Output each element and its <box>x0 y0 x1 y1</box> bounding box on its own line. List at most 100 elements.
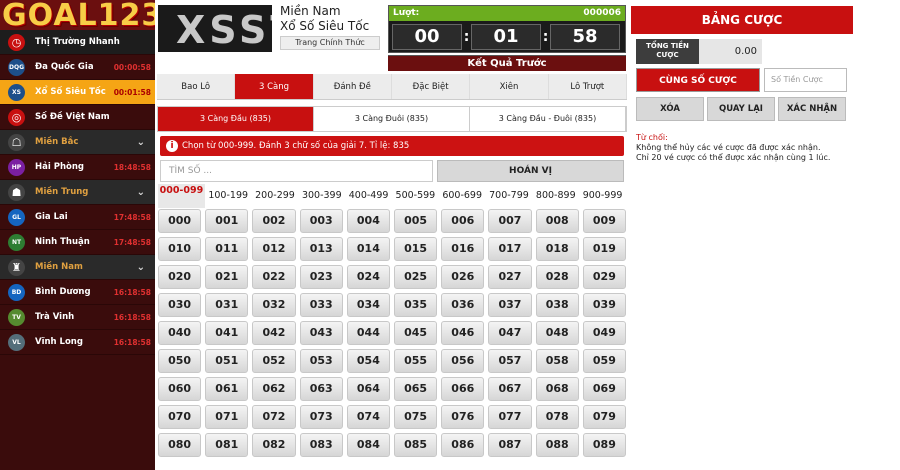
sidebar-item[interactable]: XS Xổ Số Siêu Tốc 00:01:58 <box>0 80 155 105</box>
number-cell[interactable]: 078 <box>535 405 579 429</box>
range-tab[interactable]: 800-899 <box>532 184 579 208</box>
tab-bet-type[interactable]: Đặc Biệt <box>392 74 471 99</box>
tab-bet-subtype[interactable]: 3 Càng Đầu - Đuôi (835) <box>470 107 626 131</box>
confirm-button[interactable]: XÁC NHẬN <box>778 97 846 121</box>
number-cell[interactable]: 088 <box>535 433 579 457</box>
number-cell[interactable]: 006 <box>441 209 485 233</box>
number-cell[interactable]: 030 <box>158 293 202 317</box>
number-cell[interactable]: 000 <box>158 209 202 233</box>
back-button[interactable]: QUAY LẠI <box>707 97 775 121</box>
number-cell[interactable]: 021 <box>205 265 249 289</box>
number-cell[interactable]: 026 <box>441 265 485 289</box>
number-cell[interactable]: 010 <box>158 237 202 261</box>
number-cell[interactable]: 086 <box>441 433 485 457</box>
number-cell[interactable]: 063 <box>299 377 343 401</box>
number-cell[interactable]: 073 <box>299 405 343 429</box>
range-tab[interactable]: 200-299 <box>252 184 299 208</box>
range-tab[interactable]: 300-399 <box>298 184 345 208</box>
number-cell[interactable]: 071 <box>205 405 249 429</box>
number-cell[interactable]: 053 <box>299 349 343 373</box>
number-cell[interactable]: 001 <box>205 209 249 233</box>
number-cell[interactable]: 058 <box>535 349 579 373</box>
number-cell[interactable]: 052 <box>252 349 296 373</box>
number-cell[interactable]: 005 <box>394 209 438 233</box>
number-cell[interactable]: 043 <box>299 321 343 345</box>
number-cell[interactable]: 067 <box>488 377 532 401</box>
number-cell[interactable]: 025 <box>394 265 438 289</box>
number-cell[interactable]: 045 <box>394 321 438 345</box>
number-cell[interactable]: 060 <box>158 377 202 401</box>
tab-bet-type[interactable]: Bao Lô <box>157 74 236 99</box>
number-cell[interactable]: 015 <box>394 237 438 261</box>
number-cell[interactable]: 036 <box>441 293 485 317</box>
official-home-button[interactable]: Trang Chính Thức <box>280 36 380 50</box>
range-tab[interactable]: 600-699 <box>439 184 486 208</box>
range-tab[interactable]: 500-599 <box>392 184 439 208</box>
number-cell[interactable]: 072 <box>252 405 296 429</box>
number-cell[interactable]: 089 <box>582 433 626 457</box>
number-cell[interactable]: 069 <box>582 377 626 401</box>
range-tab[interactable]: 700-799 <box>486 184 533 208</box>
number-cell[interactable]: 064 <box>346 377 390 401</box>
tab-bet-subtype[interactable]: 3 Càng Đuôi (835) <box>314 107 470 131</box>
number-cell[interactable]: 057 <box>488 349 532 373</box>
tab-bet-type[interactable]: Lô Trượt <box>549 74 627 99</box>
number-cell[interactable]: 061 <box>205 377 249 401</box>
number-cell[interactable]: 055 <box>394 349 438 373</box>
number-cell[interactable]: 068 <box>535 377 579 401</box>
number-cell[interactable]: 017 <box>488 237 532 261</box>
number-cell[interactable]: 083 <box>299 433 343 457</box>
number-cell[interactable]: 002 <box>252 209 296 233</box>
number-cell[interactable]: 051 <box>205 349 249 373</box>
number-cell[interactable]: 011 <box>205 237 249 261</box>
sidebar-item[interactable]: VL Vĩnh Long 16:18:58 <box>0 330 155 355</box>
same-amount-button[interactable]: CÙNG SỐ CƯỢC <box>636 68 760 92</box>
number-cell[interactable]: 014 <box>346 237 390 261</box>
sidebar-item[interactable]: TV Trà Vinh 16:18:58 <box>0 305 155 330</box>
number-cell[interactable]: 085 <box>394 433 438 457</box>
number-cell[interactable]: 019 <box>582 237 626 261</box>
number-cell[interactable]: 087 <box>488 433 532 457</box>
number-cell[interactable]: 048 <box>535 321 579 345</box>
sidebar-item[interactable]: ◷ Thị Trường Nhanh <box>0 30 155 55</box>
range-tab[interactable]: 400-499 <box>345 184 392 208</box>
number-cell[interactable]: 013 <box>299 237 343 261</box>
tab-bet-type[interactable]: Đánh Đề <box>314 74 392 99</box>
number-cell[interactable]: 062 <box>252 377 296 401</box>
number-cell[interactable]: 079 <box>582 405 626 429</box>
number-cell[interactable]: 034 <box>346 293 390 317</box>
number-cell[interactable]: 042 <box>252 321 296 345</box>
bet-amount-input[interactable]: Số Tiền Cược <box>764 68 847 92</box>
chevron-down-icon[interactable]: ⌄ <box>137 187 145 198</box>
number-cell[interactable]: 020 <box>158 265 202 289</box>
previous-results-button[interactable]: Kết Quả Trước <box>388 55 626 71</box>
chevron-down-icon[interactable]: ⌄ <box>137 137 145 148</box>
number-cell[interactable]: 046 <box>441 321 485 345</box>
range-tab[interactable]: 000-099 <box>158 184 205 208</box>
number-cell[interactable]: 082 <box>252 433 296 457</box>
number-cell[interactable]: 059 <box>582 349 626 373</box>
sidebar-item[interactable]: ◎ Số Đề Việt Nam <box>0 105 155 130</box>
permutation-button[interactable]: HOÁN VỊ <box>437 160 624 182</box>
number-cell[interactable]: 074 <box>346 405 390 429</box>
number-cell[interactable]: 003 <box>299 209 343 233</box>
number-cell[interactable]: 009 <box>582 209 626 233</box>
number-cell[interactable]: 027 <box>488 265 532 289</box>
number-cell[interactable]: 032 <box>252 293 296 317</box>
number-cell[interactable]: 024 <box>346 265 390 289</box>
sidebar-item[interactable]: BD Bình Dương 16:18:58 <box>0 280 155 305</box>
number-cell[interactable]: 028 <box>535 265 579 289</box>
number-cell[interactable]: 039 <box>582 293 626 317</box>
number-cell[interactable]: 012 <box>252 237 296 261</box>
delete-button[interactable]: XÓA <box>636 97 704 121</box>
number-cell[interactable]: 037 <box>488 293 532 317</box>
number-cell[interactable]: 049 <box>582 321 626 345</box>
number-cell[interactable]: 081 <box>205 433 249 457</box>
site-logo[interactable]: GOAL123.ING <box>2 0 155 30</box>
number-cell[interactable]: 076 <box>441 405 485 429</box>
number-cell[interactable]: 018 <box>535 237 579 261</box>
tab-bet-type[interactable]: Xiên <box>470 74 549 99</box>
number-cell[interactable]: 040 <box>158 321 202 345</box>
number-cell[interactable]: 041 <box>205 321 249 345</box>
number-cell[interactable]: 029 <box>582 265 626 289</box>
